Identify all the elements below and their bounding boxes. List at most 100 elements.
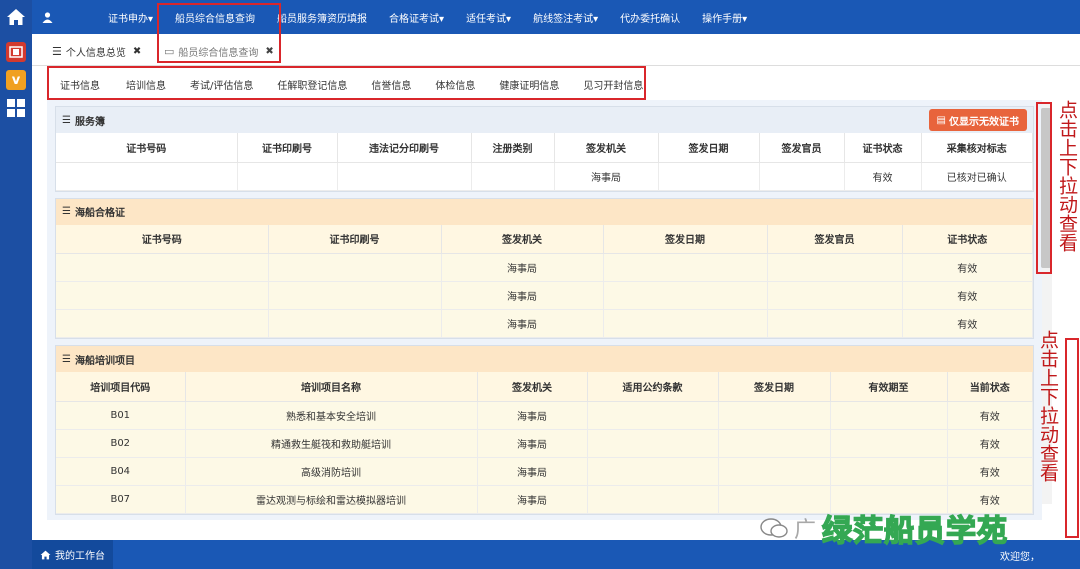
highlight-subtabs — [47, 66, 646, 100]
list-icon: ☰ — [62, 206, 71, 217]
column-header: 适用公约条款 — [587, 372, 719, 402]
grid-app-button[interactable] — [6, 98, 26, 118]
table-cell — [759, 162, 845, 191]
service-book-table: 证书号码 证书印刷号 违法记分印刷号 注册类别 签发机关 签发日期 签发官员 证书状态 采集核对… — [56, 133, 1033, 191]
table-row: 海事局 有效 已核对已确认 — [56, 162, 1033, 191]
watermark-brand: 绿茫船员学苑 — [821, 513, 1009, 550]
column-header: 签发官员 — [759, 133, 845, 163]
tab-personal-overview[interactable]: ☰ 个人信息总览 ✖ — [52, 44, 141, 59]
table-cell — [268, 309, 442, 338]
training-table: 培训项目代码 培训项目名称 签发机关 适用公约条款 签发日期 有效期至 当前状态 B01 熟悉… — [56, 372, 1033, 514]
menu-route-exam[interactable]: 航线签注考试▾ — [533, 10, 598, 25]
table-cell — [268, 253, 442, 282]
home-icon — [40, 550, 51, 559]
ship-cert-section: ☰ 海船合格证 证书号码 证书印刷号 签发机关 签发日期 签发官员 证书状态 海事局 有效海… — [55, 197, 1034, 339]
table-cell: 熟悉和基本安全培训 — [185, 401, 478, 430]
user-menu[interactable] — [32, 11, 62, 23]
table-cell — [337, 162, 472, 191]
workbench-button[interactable]: 我的工作台 — [32, 540, 113, 569]
table-header-row: 证书号码 证书印刷号 签发机关 签发日期 签发官员 证书状态 — [56, 224, 1033, 254]
table-cell — [830, 401, 948, 430]
table-cell — [56, 162, 238, 191]
table-cell — [587, 485, 719, 514]
table-row: 海事局 有效 — [56, 281, 1033, 310]
table-cell — [767, 309, 903, 338]
service-book-section: ☰ 服务簿 ▤ 仅显示无效证书 证书号码 证书印刷号 违法记分印刷号 注册类别 签发机关… — [55, 106, 1034, 192]
grid-icon — [7, 99, 25, 117]
table-cell: 精通救生艇筏和救助艇培训 — [185, 429, 478, 458]
table-cell: 海事局 — [441, 309, 604, 338]
menu-cert-apply[interactable]: 证书申办▾ — [108, 10, 153, 25]
column-header: 培训项目名称 — [185, 372, 478, 402]
v-icon: v — [11, 72, 21, 88]
column-header: 证书号码 — [56, 224, 269, 254]
table-cell — [603, 309, 768, 338]
list-icon: ☰ — [62, 353, 71, 365]
table-cell — [56, 281, 269, 310]
highlight-scrollbar — [1036, 102, 1052, 274]
column-header: 证书印刷号 — [268, 224, 442, 254]
table-cell — [718, 429, 831, 458]
menu-service-record[interactable]: 船员服务簿资历填报 — [277, 10, 367, 25]
menu-competency-exam[interactable]: 适任考试▾ — [466, 10, 511, 25]
table-header-row: 培训项目代码 培训项目名称 签发机关 适用公约条款 签发日期 有效期至 当前状态 — [56, 372, 1033, 402]
table-row: 海事局 有效 — [56, 253, 1033, 282]
close-icon[interactable]: ✖ — [133, 46, 141, 57]
button-label: 仅显示无效证书 — [949, 116, 1019, 128]
table-row: B02 精通救生艇筏和救助艇培训 海事局 有效 — [56, 429, 1033, 458]
user-icon — [42, 11, 52, 23]
home-button[interactable] — [0, 0, 32, 34]
table-cell — [603, 281, 768, 310]
table-cell — [587, 429, 719, 458]
column-header: 证书印刷号 — [237, 133, 338, 163]
table-cell: 海事局 — [554, 162, 659, 191]
table-cell: 海事局 — [477, 485, 588, 514]
welcome-text: 欢迎您， — [1000, 552, 1040, 563]
table-cell — [603, 253, 768, 282]
column-header: 签发日期 — [658, 133, 760, 163]
table-cell: 海事局 — [477, 401, 588, 430]
list-icon: ☰ — [52, 45, 62, 58]
ship-cert-table: 证书号码 证书印刷号 签发机关 签发日期 签发官员 证书状态 海事局 有效 海事局 有效 海事局有… — [56, 224, 1033, 338]
table-row: 海事局 有效 — [56, 309, 1033, 338]
table-cell — [56, 309, 269, 338]
section-header: ☰ 服务簿 ▤ 仅显示无效证书 — [56, 107, 1033, 133]
section-header: ☰ 海船合格证 — [56, 198, 1033, 225]
column-header: 签发机关 — [441, 224, 604, 254]
home-icon — [7, 9, 25, 25]
menu-proxy-confirm[interactable]: 代办委托确认 — [620, 10, 680, 25]
tab-label: 个人信息总览 — [65, 48, 126, 59]
table-cell — [471, 162, 555, 191]
highlight-menu-crew-info — [157, 3, 281, 63]
doc-icon: ▤ — [936, 114, 946, 126]
only-invalid-button[interactable]: ▤ 仅显示无效证书 — [928, 109, 1027, 131]
table-cell: B07 — [56, 485, 186, 514]
table-cell — [658, 162, 760, 191]
table-header-row: 证书号码 证书印刷号 违法记分印刷号 注册类别 签发机关 签发日期 签发官员 证书状态 采集核对… — [56, 133, 1033, 163]
film-app-button[interactable] — [6, 42, 26, 62]
column-header: 有效期至 — [830, 372, 948, 402]
watermark-prefix: 广 — [794, 518, 817, 543]
table-cell — [830, 429, 948, 458]
column-header: 签发机关 — [477, 372, 588, 402]
column-header: 证书状态 — [902, 224, 1033, 254]
table-cell — [767, 253, 903, 282]
table-cell: 有效 — [902, 309, 1033, 338]
table-cell — [718, 457, 831, 486]
table-cell: 有效 — [844, 162, 922, 191]
table-cell: 有效 — [947, 429, 1033, 458]
column-header: 签发日期 — [603, 224, 768, 254]
table-cell: 高级消防培训 — [185, 457, 478, 486]
left-sidebar: v — [0, 0, 32, 569]
table-row: B01 熟悉和基本安全培训 海事局 有效 — [56, 401, 1033, 430]
v-app-button[interactable]: v — [6, 70, 26, 90]
menu-qualification-exam[interactable]: 合格证考试▾ — [389, 10, 444, 25]
scroll-hint-text-2: 点击上下拉动查看 — [1037, 330, 1059, 482]
wechat-icon — [760, 518, 788, 538]
table-cell: 海事局 — [441, 253, 604, 282]
column-header: 注册类别 — [471, 133, 555, 163]
scroll-hint-text: 点击上下拉动查看 — [1056, 100, 1078, 252]
menu-manual[interactable]: 操作手册▾ — [702, 10, 747, 25]
column-header: 签发官员 — [767, 224, 903, 254]
highlight-scroll-area — [1065, 338, 1079, 538]
